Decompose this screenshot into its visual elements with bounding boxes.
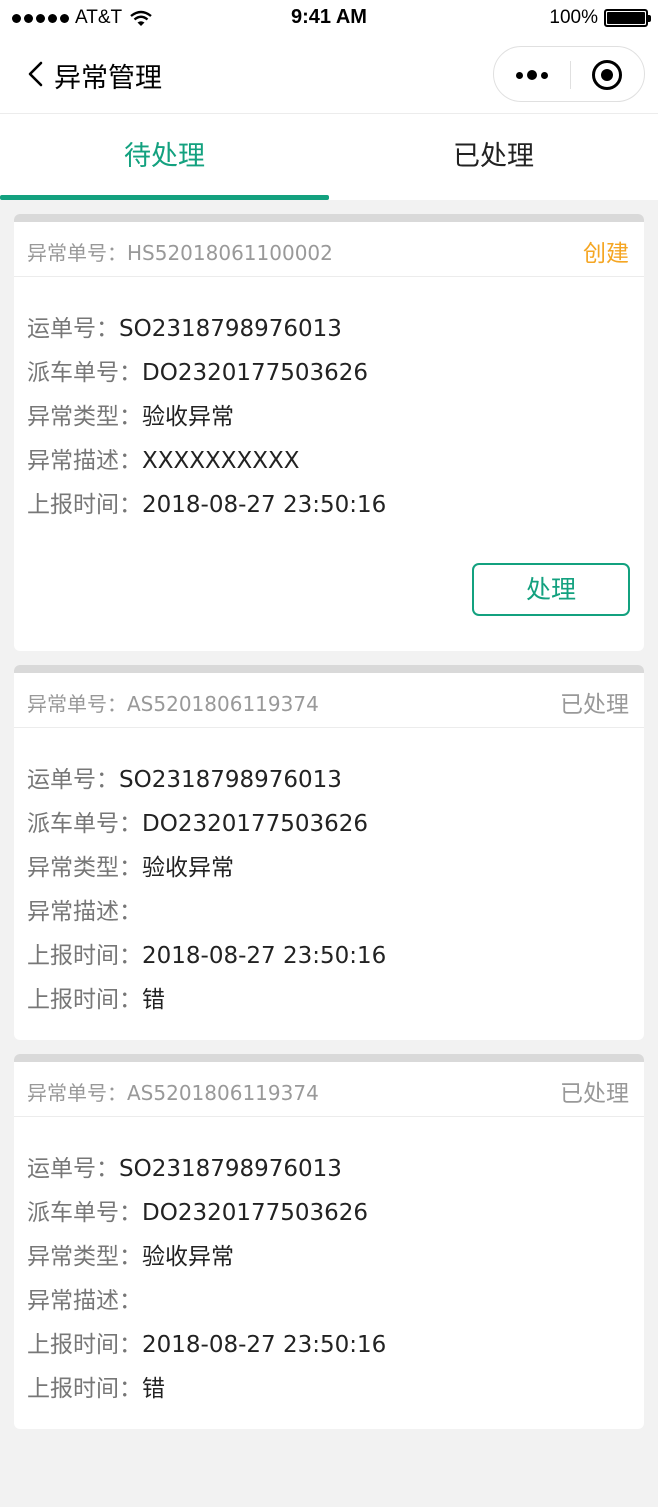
field-value: XXXXXXXXXX <box>142 448 300 474</box>
field-value: DO2320177503626 <box>142 1200 369 1226</box>
report-result-row: 上报时间：错 <box>27 1367 631 1411</box>
field-label: 异常类型： <box>27 855 142 881</box>
exception-card: 异常单号：AS5201806119374 已处理 运单号：SO231879897… <box>14 1054 644 1429</box>
description-row: 异常描述： <box>27 890 631 934</box>
exception-card: 异常单号：HS52018061100002 创建 运单号：SO231879897… <box>14 214 644 651</box>
field-label: 运单号： <box>27 316 119 342</box>
process-button[interactable]: 处理 <box>472 563 630 616</box>
field-value: SO2318798976013 <box>119 316 342 342</box>
dispatch-row: 派车单号：DO2320177503626 <box>27 802 631 846</box>
field-label: 上报时间： <box>27 987 142 1013</box>
order-no-value: AS5201806119374 <box>127 692 319 716</box>
field-label: 上报时间： <box>27 1332 142 1358</box>
card-top-strip <box>14 1054 644 1062</box>
field-value: 2018-08-27 23:50:16 <box>142 492 387 518</box>
status-right: 100% <box>549 7 651 29</box>
tab-processed[interactable]: 已处理 <box>329 114 658 200</box>
report-time-row: 上报时间：2018-08-27 23:50:16 <box>27 934 631 978</box>
status-badge: 创建 <box>583 241 629 267</box>
close-target-icon[interactable] <box>592 60 622 90</box>
back-arrow-icon[interactable] <box>26 61 44 87</box>
status-badge: 已处理 <box>560 692 629 718</box>
field-label: 异常描述： <box>27 1288 142 1314</box>
battery-icon <box>604 9 651 27</box>
waybill-row: 运单号：SO2318798976013 <box>27 1147 631 1191</box>
tab-bar: 待处理 已处理 <box>0 114 658 200</box>
field-label: 派车单号： <box>27 1200 142 1226</box>
field-label: 运单号： <box>27 767 119 793</box>
card-body: 运单号：SO2318798976013 派车单号：DO2320177503626… <box>14 277 644 527</box>
field-value: 验收异常 <box>142 855 234 881</box>
status-badge: 已处理 <box>560 1081 629 1107</box>
field-label: 上报时间： <box>27 492 142 518</box>
waybill-row: 运单号：SO2318798976013 <box>27 307 631 351</box>
report-time-row: 上报时间：2018-08-27 23:50:16 <box>27 1323 631 1367</box>
order-no-value: AS5201806119374 <box>127 1081 319 1105</box>
more-options-icon[interactable] <box>494 47 570 103</box>
card-header: 异常单号：AS5201806119374 已处理 <box>14 673 644 728</box>
order-no-value: HS52018061100002 <box>127 241 333 265</box>
field-value: SO2318798976013 <box>119 767 342 793</box>
field-label: 异常描述： <box>27 448 142 474</box>
field-label: 上报时间： <box>27 943 142 969</box>
card-body: 运单号：SO2318798976013 派车单号：DO2320177503626… <box>14 1117 644 1411</box>
field-value: 验收异常 <box>142 1244 234 1270</box>
waybill-row: 运单号：SO2318798976013 <box>27 758 631 802</box>
report-result-row: 上报时间：错 <box>27 978 631 1022</box>
exception-order-no: 异常单号：HS52018061100002 <box>27 237 333 266</box>
tab-pending[interactable]: 待处理 <box>0 114 329 200</box>
exception-card: 异常单号：AS5201806119374 已处理 运单号：SO231879897… <box>14 665 644 1040</box>
order-no-label: 异常单号： <box>27 241 127 265</box>
field-value: 验收异常 <box>142 404 234 430</box>
field-label: 异常类型： <box>27 404 142 430</box>
field-value: 2018-08-27 23:50:16 <box>142 1332 387 1358</box>
exception-order-no: 异常单号：AS5201806119374 <box>27 1077 319 1106</box>
dispatch-row: 派车单号：DO2320177503626 <box>27 1191 631 1235</box>
type-row: 异常类型：验收异常 <box>27 1235 631 1279</box>
field-label: 运单号： <box>27 1156 119 1182</box>
card-header: 异常单号：HS52018061100002 创建 <box>14 222 644 277</box>
tab-active-indicator <box>0 195 329 200</box>
field-value: DO2320177503626 <box>142 811 369 837</box>
field-label: 上报时间： <box>27 1376 142 1402</box>
description-row: 异常描述： <box>27 1279 631 1323</box>
field-value: SO2318798976013 <box>119 1156 342 1182</box>
card-top-strip <box>14 665 644 673</box>
type-row: 异常类型：验收异常 <box>27 395 631 439</box>
field-label: 派车单号： <box>27 811 142 837</box>
field-value: 2018-08-27 23:50:16 <box>142 943 387 969</box>
card-body: 运单号：SO2318798976013 派车单号：DO2320177503626… <box>14 728 644 1022</box>
exception-order-no: 异常单号：AS5201806119374 <box>27 688 319 717</box>
capsule-divider <box>570 61 571 89</box>
description-row: 异常描述：XXXXXXXXXX <box>27 439 631 483</box>
nav-bar: 异常管理 <box>0 36 658 114</box>
mini-program-capsule <box>493 46 645 102</box>
card-header: 异常单号：AS5201806119374 已处理 <box>14 1062 644 1117</box>
field-label: 异常描述： <box>27 899 142 925</box>
order-no-label: 异常单号： <box>27 1081 127 1105</box>
field-value: DO2320177503626 <box>142 360 369 386</box>
type-row: 异常类型：验收异常 <box>27 846 631 890</box>
battery-percent: 100% <box>549 7 598 28</box>
card-top-strip <box>14 214 644 222</box>
field-label: 派车单号： <box>27 360 142 386</box>
field-value: 错 <box>142 1376 165 1402</box>
status-bar: AT&T 9:41 AM 100% <box>0 0 658 36</box>
dispatch-row: 派车单号：DO2320177503626 <box>27 351 631 395</box>
page-title: 异常管理 <box>54 63 162 94</box>
order-no-label: 异常单号： <box>27 692 127 716</box>
field-value: 错 <box>142 987 165 1013</box>
report-time-row: 上报时间：2018-08-27 23:50:16 <box>27 483 631 527</box>
field-label: 异常类型： <box>27 1244 142 1270</box>
